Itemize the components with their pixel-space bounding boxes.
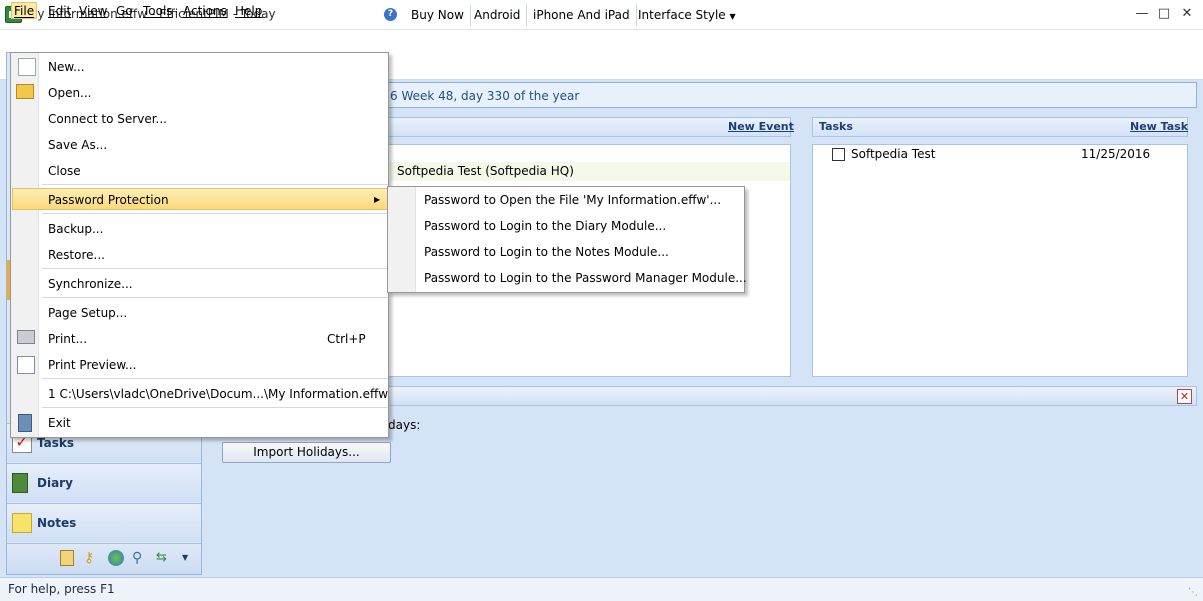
help-icon[interactable]: ? xyxy=(384,8,397,21)
sidebar-item-label: Notes xyxy=(37,516,77,530)
file-menu xyxy=(10,52,389,438)
key-icon[interactable]: ⚷ xyxy=(84,550,100,566)
menu-item-page-setup[interactable]: Page Setup... xyxy=(48,306,127,320)
buy-now-button[interactable]: Buy Now xyxy=(405,4,471,26)
close-icon[interactable]: ✕ xyxy=(1177,6,1197,22)
menu-item-password-protection[interactable]: Password Protection xyxy=(48,193,169,207)
menu-edit[interactable]: Edit xyxy=(46,3,73,20)
maximize-icon[interactable]: □ xyxy=(1154,6,1174,22)
notes-icon xyxy=(12,513,32,533)
sidebar-item-diary[interactable]: Diary xyxy=(7,463,201,502)
sidebar-item-label: Diary xyxy=(37,476,73,490)
menu-item-print-preview[interactable]: Print Preview... xyxy=(48,358,136,372)
menu-item-close[interactable]: Close xyxy=(48,164,81,178)
menu-item-restore[interactable]: Restore... xyxy=(48,248,105,262)
menu-item-connect-server[interactable]: Connect to Server... xyxy=(48,112,167,126)
status-bar xyxy=(0,577,1203,601)
menu-help[interactable]: Help xyxy=(233,3,264,20)
menu-item-print[interactable]: Print... xyxy=(48,332,87,346)
diary-icon xyxy=(12,473,28,493)
submenu-item-diary[interactable]: Password to Login to the Diary Module... xyxy=(424,219,666,233)
submenu-item-password-manager[interactable]: Password to Login to the Password Manage… xyxy=(424,271,747,285)
tasks-panel-title: Tasks xyxy=(819,120,853,133)
interface-style-button[interactable]: Interface Style ▼ xyxy=(632,4,742,26)
date-info: 6 Week 48, day 330 of the year xyxy=(390,89,580,103)
menu-item-synchronize[interactable]: Synchronize... xyxy=(48,277,133,291)
iphone-ipad-button[interactable]: iPhone And iPad xyxy=(527,4,637,26)
menu-go[interactable]: Go xyxy=(114,3,135,20)
menu-separator xyxy=(42,378,388,379)
menu-separator xyxy=(42,407,388,408)
globe-icon[interactable] xyxy=(108,550,124,566)
submenu-gutter xyxy=(388,187,416,292)
menu-item-open[interactable]: Open... xyxy=(48,86,92,100)
menu-item-backup[interactable]: Backup... xyxy=(48,222,103,236)
menu-actions[interactable]: Actions xyxy=(181,3,229,20)
task-checkbox[interactable] xyxy=(832,148,845,161)
menu-tools[interactable]: Tools xyxy=(141,3,175,20)
menu-separator xyxy=(42,184,388,185)
submenu-item-notes[interactable]: Password to Login to the Notes Module... xyxy=(424,245,669,259)
print-preview-icon xyxy=(17,356,35,374)
menu-item-exit[interactable]: Exit xyxy=(48,416,71,430)
minimize-icon[interactable]: — xyxy=(1132,6,1152,22)
task-name[interactable]: Softpedia Test xyxy=(851,147,935,161)
new-event-link[interactable]: New Event xyxy=(728,120,794,133)
close-panel-icon[interactable]: ✕ xyxy=(1177,389,1192,404)
sidebar-item-label: Tasks xyxy=(37,436,75,450)
menu-separator xyxy=(42,213,388,214)
search-icon[interactable]: ⚲ xyxy=(132,550,148,566)
interface-style-label: Interface Style xyxy=(638,8,726,22)
printer-icon xyxy=(17,330,35,344)
resize-grip-icon[interactable]: ⋱ xyxy=(1188,587,1198,598)
menu-item-save-as[interactable]: Save As... xyxy=(48,138,107,152)
print-shortcut: Ctrl+P xyxy=(327,332,366,346)
menu-view[interactable]: View xyxy=(77,3,109,20)
menu-item-new[interactable]: New... xyxy=(48,60,85,74)
exit-door-icon xyxy=(18,414,32,432)
tasks-panel xyxy=(812,144,1188,377)
chevron-down-icon[interactable]: ▼ xyxy=(182,553,188,562)
submenu-item-open-file[interactable]: Password to Open the File 'My Informatio… xyxy=(424,193,721,207)
sync-icon[interactable]: ⇆ xyxy=(156,550,172,566)
sidebar-item-notes[interactable]: Notes xyxy=(7,503,201,542)
menu-file[interactable]: File xyxy=(11,2,38,19)
holidays-text: days: xyxy=(388,418,421,432)
menu-bar xyxy=(0,30,1203,52)
open-folder-icon xyxy=(16,84,34,99)
new-task-link[interactable]: New Task xyxy=(1130,120,1188,133)
menu-separator xyxy=(42,268,388,269)
new-file-icon xyxy=(18,58,36,76)
file-menu-gutter xyxy=(11,53,39,437)
status-text: For help, press F1 xyxy=(8,582,115,596)
event-entry[interactable]: Softpedia Test (Softpedia HQ) xyxy=(397,164,574,178)
menu-item-recent-file[interactable]: 1 C:\Users\vladc\OneDrive\Docum...\My In… xyxy=(48,387,388,401)
import-holidays-button[interactable]: Import Holidays... xyxy=(222,442,391,463)
android-button[interactable]: Android xyxy=(468,4,528,26)
menu-separator xyxy=(42,297,388,298)
contacts-icon[interactable] xyxy=(60,550,74,566)
dropdown-arrow-icon: ▼ xyxy=(729,12,736,21)
submenu-arrow-icon: ▶ xyxy=(374,195,381,204)
task-date: 11/25/2016 xyxy=(1081,147,1151,161)
